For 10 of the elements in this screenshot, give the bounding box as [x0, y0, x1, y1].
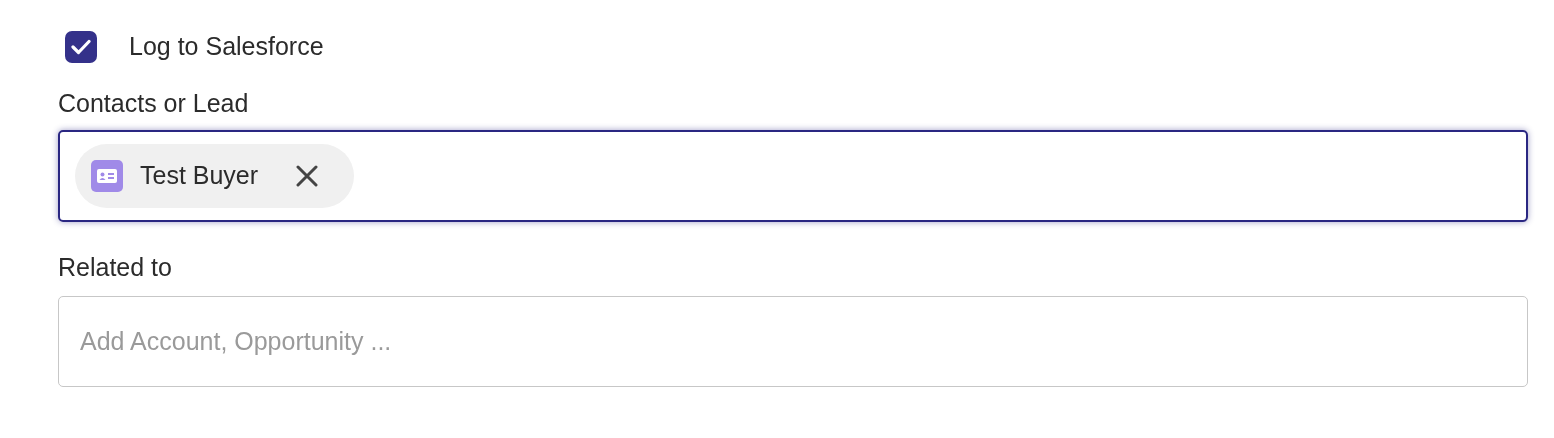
contacts-field[interactable]: Test Buyer — [58, 130, 1528, 222]
contact-card-icon — [91, 160, 123, 192]
checkbox[interactable] — [65, 30, 97, 63]
close-icon — [296, 165, 319, 187]
checkbox-label: Log to Salesforce — [129, 30, 324, 62]
related-to-field[interactable]: Add Account, Opportunity ... — [58, 296, 1528, 387]
field-label: Contacts or Lead — [58, 88, 250, 118]
field-label: Related to — [58, 252, 173, 282]
chip-label: Test Buyer — [140, 160, 259, 192]
checkmark-icon — [71, 38, 91, 55]
